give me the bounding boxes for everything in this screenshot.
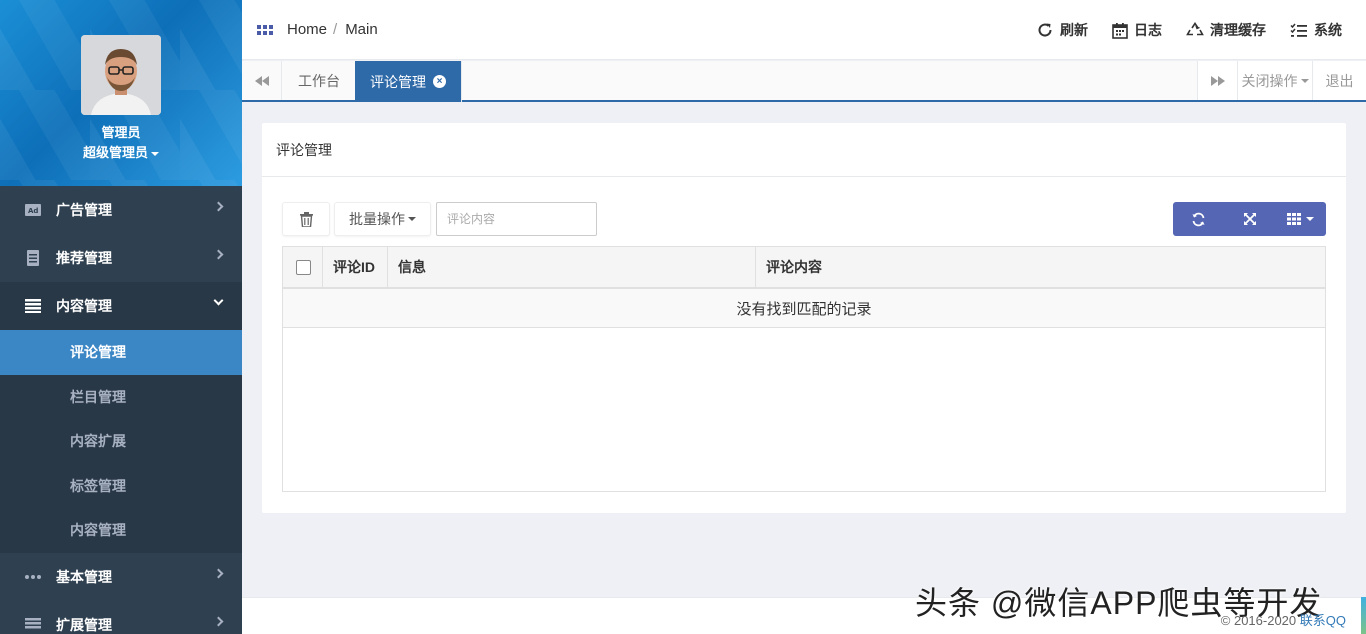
submenu-item-content-ext[interactable]: 内容扩展: [0, 419, 242, 464]
menu-item-label: 内容管理: [56, 298, 112, 314]
checklist-icon: [1290, 23, 1307, 37]
close-operations-dropdown[interactable]: 关闭操作: [1237, 61, 1312, 100]
ellipsis-icon: [24, 569, 42, 585]
caret-down-icon: [1306, 217, 1314, 221]
batch-operations-label: 批量操作: [349, 211, 405, 227]
tab-workbench[interactable]: 工作台: [283, 61, 356, 100]
calendar-icon: [1112, 22, 1128, 39]
refresh-label: 刷新: [1060, 22, 1088, 38]
ad-icon: Ad: [24, 202, 42, 218]
chevron-right-icon: [213, 249, 224, 260]
submenu-item-content[interactable]: 内容管理: [0, 508, 242, 553]
breadcrumb-home[interactable]: Home: [287, 21, 327, 38]
batch-operations-dropdown[interactable]: 批量操作: [334, 202, 431, 236]
avatar[interactable]: [81, 35, 161, 115]
empty-table-message: 没有找到匹配的记录: [283, 289, 1325, 328]
submenu-item-columns[interactable]: 栏目管理: [0, 374, 242, 419]
table-toolbar: 批量操作: [282, 202, 1326, 236]
svg-text:Ad: Ad: [28, 207, 38, 215]
menu-item-label: 广告管理: [56, 202, 112, 218]
edge-decoration: [1361, 597, 1366, 634]
refresh-icon: [1192, 212, 1205, 226]
column-header-content[interactable]: 评论内容: [756, 247, 1325, 287]
comment-search-input[interactable]: [436, 202, 597, 236]
caret-down-icon: [408, 217, 416, 221]
chevron-right-icon: [213, 568, 224, 578]
menu-item-extend[interactable]: 扩展管理: [0, 601, 242, 634]
grid-icon: [1287, 213, 1301, 225]
system-label: 系统: [1314, 22, 1342, 38]
refresh-table-button[interactable]: [1173, 202, 1224, 236]
menu-item-content[interactable]: 内容管理: [0, 282, 242, 330]
profile-role-dropdown[interactable]: 超级管理员: [0, 142, 242, 161]
log-label: 日志: [1134, 22, 1162, 38]
table-tools-group: [1173, 202, 1326, 236]
menu-item-label: 基本管理: [56, 568, 112, 585]
breadcrumb-separator: /: [333, 21, 338, 38]
columns-toggle-button[interactable]: [1275, 202, 1326, 236]
list-icon: [24, 298, 42, 314]
close-icon[interactable]: ×: [433, 75, 446, 88]
system-button[interactable]: 系统: [1290, 20, 1342, 40]
tab-scroll-right-button[interactable]: [1197, 61, 1237, 100]
top-navbar: Home / Main 刷新 日志 清理缓存 系统: [242, 0, 1366, 60]
select-all-cell: [283, 247, 323, 287]
menu-item-label: 扩展管理: [56, 616, 112, 633]
profile-name: 管理员: [101, 125, 141, 140]
caret-down-icon: [1300, 78, 1309, 83]
panel-title: 评论管理: [262, 123, 1346, 177]
refresh-button[interactable]: 刷新: [1036, 20, 1088, 40]
content-panel: 评论管理 批量操作 评论ID 信息: [262, 123, 1346, 513]
document-icon: [24, 250, 42, 266]
comments-table: 评论ID 信息 评论内容 没有找到匹配的记录: [282, 246, 1326, 492]
profile-role-label: 超级管理员: [82, 145, 148, 160]
double-left-icon: [254, 75, 269, 86]
recycle-icon: [1186, 21, 1204, 35]
tab-comments[interactable]: 评论管理 ×: [355, 61, 462, 102]
menu-item-label: 推荐管理: [56, 250, 112, 266]
submenu-item-comments[interactable]: 评论管理: [0, 330, 242, 375]
sidebar: 管理员 超级管理员 Ad 广告管理 推荐管理 内容管理 评论管理 栏目管理 内容…: [0, 0, 242, 634]
double-right-icon: [1210, 75, 1225, 86]
refresh-icon: [1038, 23, 1052, 37]
menu-item-ads[interactable]: Ad 广告管理: [0, 186, 242, 234]
tab-label: 评论管理: [370, 73, 426, 90]
tabs-bar: 工作台 评论管理 × 关闭操作 退出: [242, 61, 1366, 102]
trash-icon: [299, 211, 313, 227]
chevron-right-icon: [213, 201, 224, 212]
fullscreen-button[interactable]: [1224, 202, 1275, 236]
top-actions: 刷新 日志 清理缓存 系统: [1036, 0, 1342, 60]
tab-scroll-left-button[interactable]: [242, 61, 282, 100]
clear-cache-button[interactable]: 清理缓存: [1186, 20, 1266, 40]
clear-cache-label: 清理缓存: [1210, 22, 1266, 38]
fullscreen-icon: [1243, 213, 1256, 225]
tab-tools: 关闭操作 退出: [1197, 61, 1366, 100]
list-icon: [24, 617, 42, 633]
copyright: © 2016-2020 联系QQ: [1221, 610, 1346, 629]
menu-item-basic[interactable]: 基本管理: [0, 553, 242, 601]
select-all-checkbox[interactable]: [296, 259, 311, 275]
chevron-down-icon: [213, 295, 224, 306]
table-header: 评论ID 信息 评论内容: [283, 247, 1325, 289]
column-header-info[interactable]: 信息: [388, 247, 756, 287]
caret-down-icon: [151, 151, 159, 156]
tab-label: 工作台: [298, 72, 340, 89]
copyright-text: © 2016-2020: [1220, 613, 1297, 628]
log-button[interactable]: 日志: [1112, 20, 1162, 40]
menu-item-recommend[interactable]: 推荐管理: [0, 234, 242, 282]
chevron-right-icon: [213, 616, 224, 626]
submenu-item-tags[interactable]: 标签管理: [0, 463, 242, 508]
contact-qq-link[interactable]: 联系QQ: [1300, 613, 1346, 628]
profile-header: 管理员 超级管理员: [0, 0, 242, 186]
column-header-id[interactable]: 评论ID: [323, 247, 388, 287]
delete-button[interactable]: [282, 202, 330, 236]
submenu: 评论管理 栏目管理 内容扩展 标签管理 内容管理: [0, 330, 242, 553]
close-operations-label: 关闭操作: [1241, 72, 1298, 89]
apps-grid-icon[interactable]: [257, 24, 273, 35]
breadcrumb-current: Main: [345, 21, 378, 38]
logout-button[interactable]: 退出: [1312, 61, 1366, 100]
